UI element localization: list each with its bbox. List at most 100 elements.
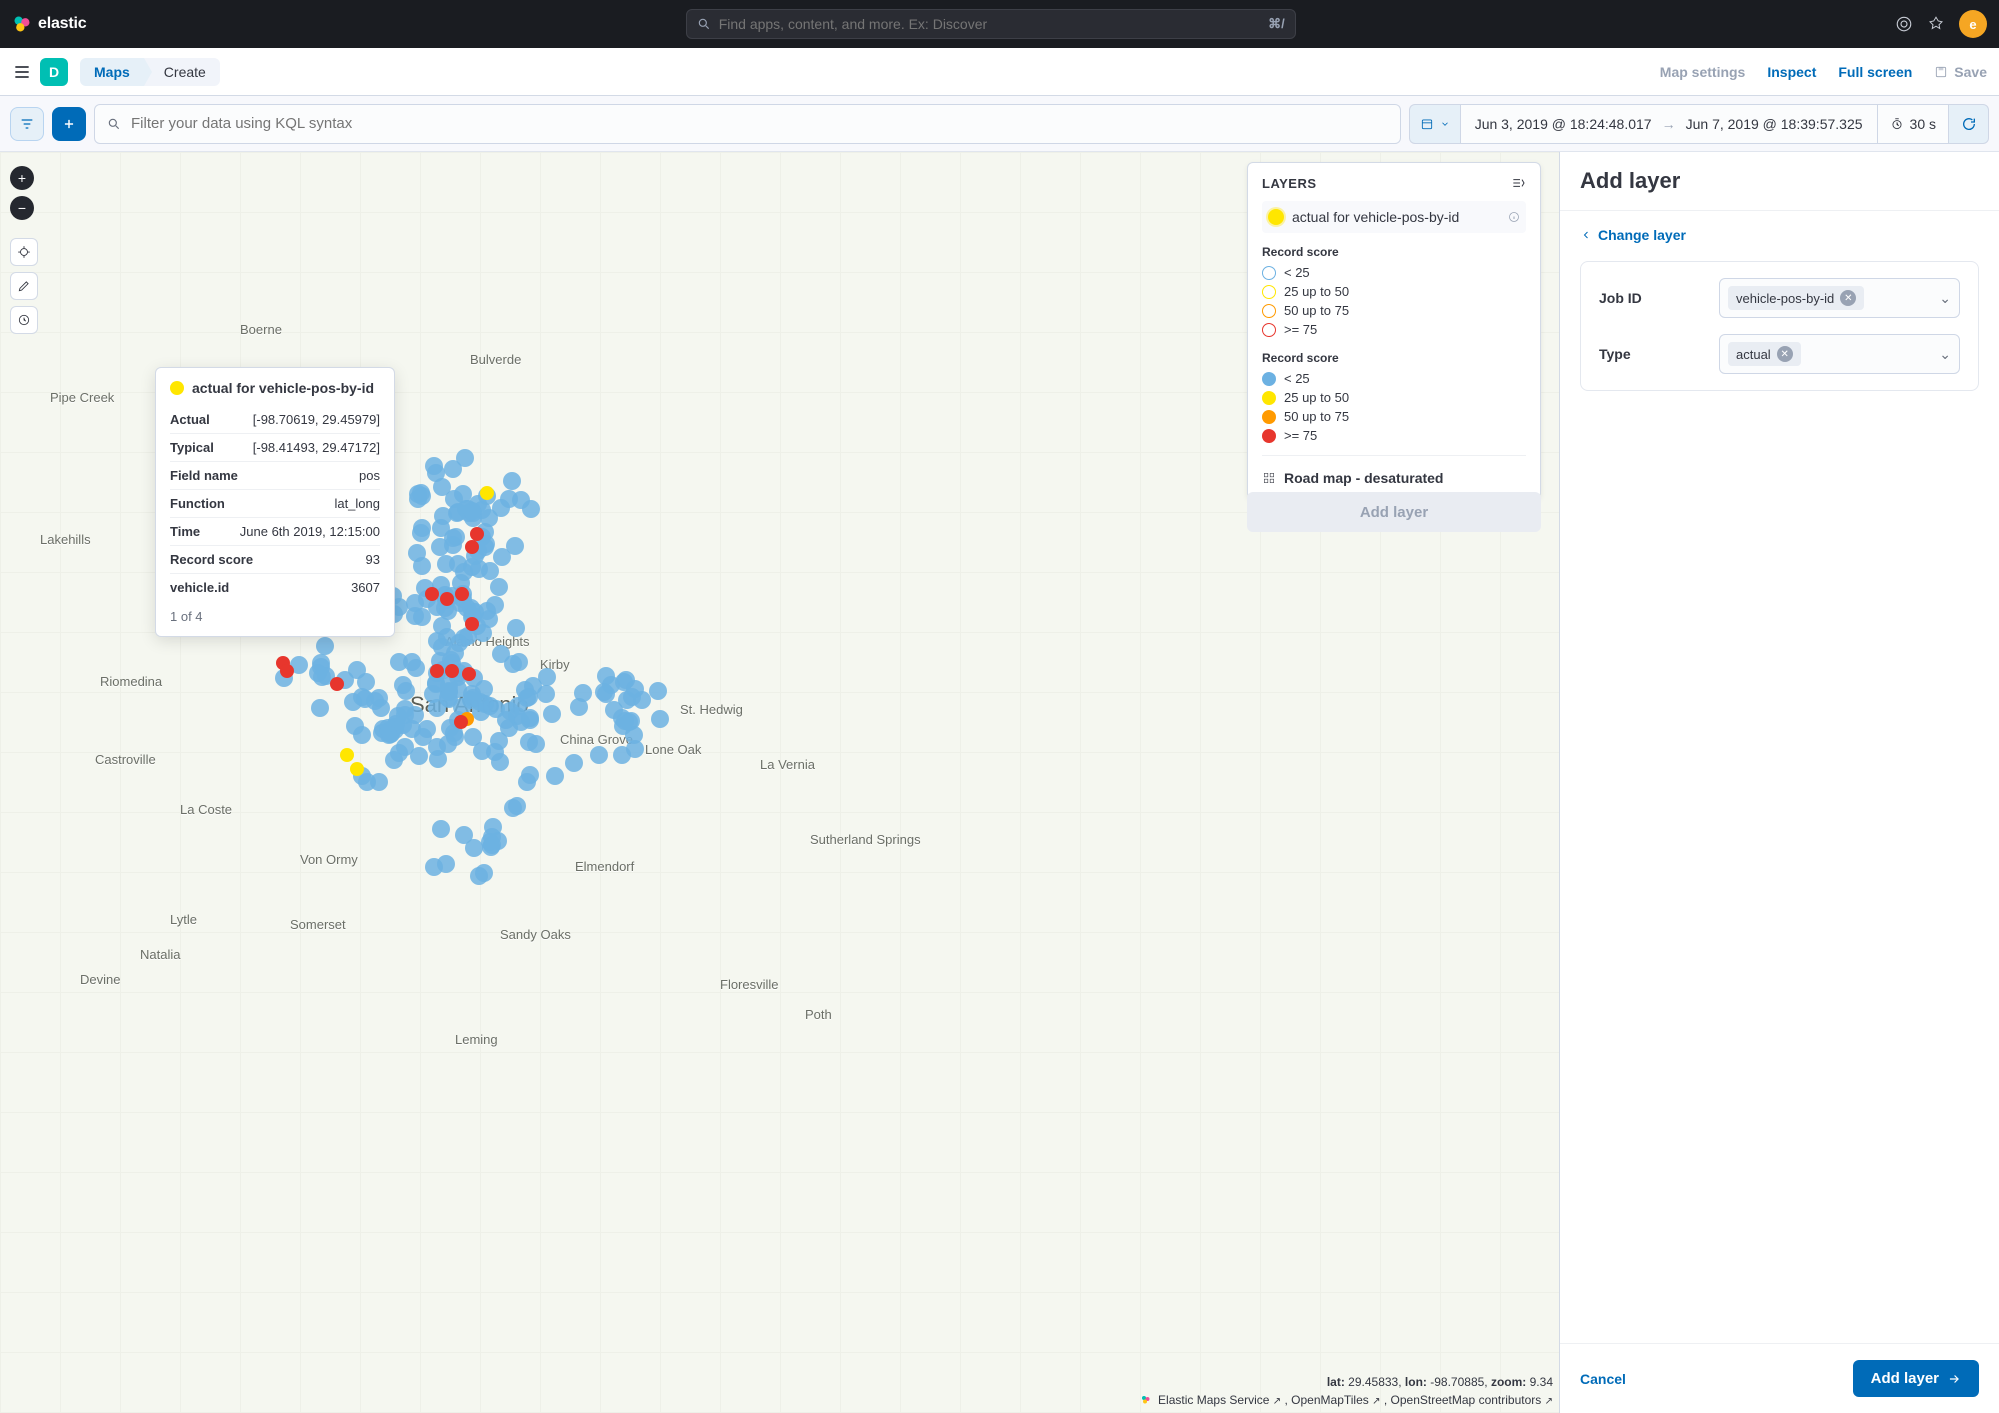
newsfeed-icon[interactable] [1927,15,1945,33]
layer-swatch-icon [1268,209,1284,225]
legend-row: >= 75 [1262,320,1526,339]
job-id-combo[interactable]: vehicle-pos-by-id ✕ ⌄ [1719,278,1960,318]
job-id-chip: vehicle-pos-by-id ✕ [1728,286,1864,310]
save-button[interactable]: Save [1934,64,1987,80]
chevron-down-icon [1440,119,1450,129]
legend-row: 50 up to 75 [1262,301,1526,320]
legend-title-1: Record score [1262,245,1526,259]
tooltip-title: actual for vehicle-pos-by-id [192,380,374,396]
zoom-out-button[interactable]: − [10,196,34,220]
add-filter-button[interactable] [52,107,86,141]
breadcrumb-create: Create [144,58,220,86]
layer-color-dot [170,381,184,395]
info-icon [1508,211,1520,223]
cancel-button[interactable]: Cancel [1580,1371,1626,1387]
pencil-icon [17,279,31,293]
legend-row: >= 75 [1262,426,1526,445]
kql-input[interactable] [131,115,1388,132]
inspect-link[interactable]: Inspect [1767,64,1816,80]
add-layer-disabled-button: Add layer [1247,492,1541,532]
search-icon [697,17,711,31]
map-coords: lat: 29.45833, lon: -98.70885, zoom: 9.3… [1327,1375,1553,1389]
tooltip-row: Functionlat_long [170,489,380,517]
type-chip: actual ✕ [1728,342,1801,366]
grid-icon [1262,471,1276,485]
layer-source-form: Job ID vehicle-pos-by-id ✕ ⌄ Type [1580,261,1979,391]
tooltip-row: Field namepos [170,461,380,489]
type-combo[interactable]: actual ✕ ⌄ [1719,334,1960,374]
time-to: Jun 7, 2019 @ 18:39:57.325 [1686,116,1863,132]
refresh-interval[interactable]: 30 s [1878,104,1949,144]
search-icon [107,117,121,131]
chevron-down-icon: ⌄ [1939,290,1951,307]
tooltip-row: vehicle.id3607 [170,573,380,601]
panel-title: Add layer [1560,152,1999,211]
app-header: D Maps Create Map settings Inspect Full … [0,48,1999,96]
legend-row: 25 up to 50 [1262,282,1526,301]
breadcrumb-maps[interactable]: Maps [80,58,144,86]
remove-chip-icon[interactable]: ✕ [1840,290,1856,306]
tooltip-row: TimeJune 6th 2019, 12:15:00 [170,517,380,545]
chevron-down-icon: ⌄ [1939,346,1951,363]
space-badge[interactable]: D [40,58,68,86]
arrow-right-icon [1947,1372,1961,1386]
map-settings-link[interactable]: Map settings [1660,64,1746,80]
time-slider-button[interactable] [10,306,38,334]
legend-row: < 25 [1262,263,1526,282]
time-picker: Jun 3, 2019 @ 18:24:48.017 → Jun 7, 2019… [1409,104,1989,144]
tooltip-row: Actual[-98.70619, 29.45979] [170,406,380,433]
timer-icon [1890,117,1904,131]
zoom-in-button[interactable]: + [10,166,34,190]
brand-text: elastic [38,15,86,33]
layer-item-active[interactable]: actual for vehicle-pos-by-id [1262,201,1526,233]
chevron-left-icon [1580,229,1592,241]
logo[interactable]: elastic [12,14,86,34]
change-layer-link[interactable]: Change layer [1580,227,1979,243]
tooltip-row: Record score93 [170,545,380,573]
help-icon[interactable] [1895,15,1913,33]
feature-tooltip: actual for vehicle-pos-by-id Actual[-98.… [155,367,395,637]
legend-row: 25 up to 50 [1262,388,1526,407]
global-header: elastic ⌘/ e [0,0,1999,48]
type-label: Type [1599,346,1719,362]
global-search[interactable]: ⌘/ [686,9,1296,39]
nav-toggle-icon[interactable] [12,62,32,82]
time-from: Jun 3, 2019 @ 18:24:48.017 [1475,116,1652,132]
elastic-logo-icon [12,14,32,34]
refresh-button[interactable] [1949,104,1989,144]
kql-query-bar[interactable] [94,104,1401,144]
filter-options-button[interactable] [10,107,44,141]
tooltip-row: Typical[-98.41493, 29.47172] [170,433,380,461]
time-picker-toggle[interactable] [1409,104,1460,144]
calendar-icon [1420,117,1434,131]
collapse-panel-icon[interactable] [1510,175,1526,191]
add-layer-button[interactable]: Add layer [1853,1360,1979,1397]
remove-chip-icon[interactable]: ✕ [1777,346,1793,362]
refresh-icon [1961,116,1977,132]
draw-tool-button[interactable] [10,272,38,300]
global-search-input[interactable] [719,16,1260,32]
map-attribution: Elastic Maps Service ↗ , OpenMapTiles ↗ … [1140,1393,1553,1407]
filter-icon [19,116,35,132]
tooltip-pager[interactable]: 1 of 4 [170,609,380,624]
map-canvas[interactable]: San AntonioBoerneBulverdeHelotesAlamo He… [0,152,1559,1413]
time-range[interactable]: Jun 3, 2019 @ 18:24:48.017 → Jun 7, 2019… [1460,104,1878,144]
elastic-logo-small-icon [1140,1394,1152,1406]
job-id-label: Job ID [1599,290,1719,306]
kbd-hint: ⌘/ [1268,16,1285,32]
legend-row: < 25 [1262,369,1526,388]
fullscreen-link[interactable]: Full screen [1838,64,1912,80]
save-icon [1934,65,1948,79]
legend-title-2: Record score [1262,351,1526,365]
layers-panel: LAYERS actual for vehicle-pos-by-id Reco… [1247,162,1541,499]
clock-icon [17,313,31,327]
add-layer-panel: Add layer Change layer Job ID vehicle-po… [1559,152,1999,1413]
filter-bar: Jun 3, 2019 @ 18:24:48.017 → Jun 7, 2019… [0,96,1999,152]
crosshair-icon [17,245,31,259]
plus-icon [62,117,76,131]
fit-bounds-button[interactable] [10,238,38,266]
breadcrumbs: Maps Create [80,58,220,86]
user-avatar[interactable]: e [1959,10,1987,38]
layers-heading: LAYERS [1262,176,1317,191]
legend-row: 50 up to 75 [1262,407,1526,426]
